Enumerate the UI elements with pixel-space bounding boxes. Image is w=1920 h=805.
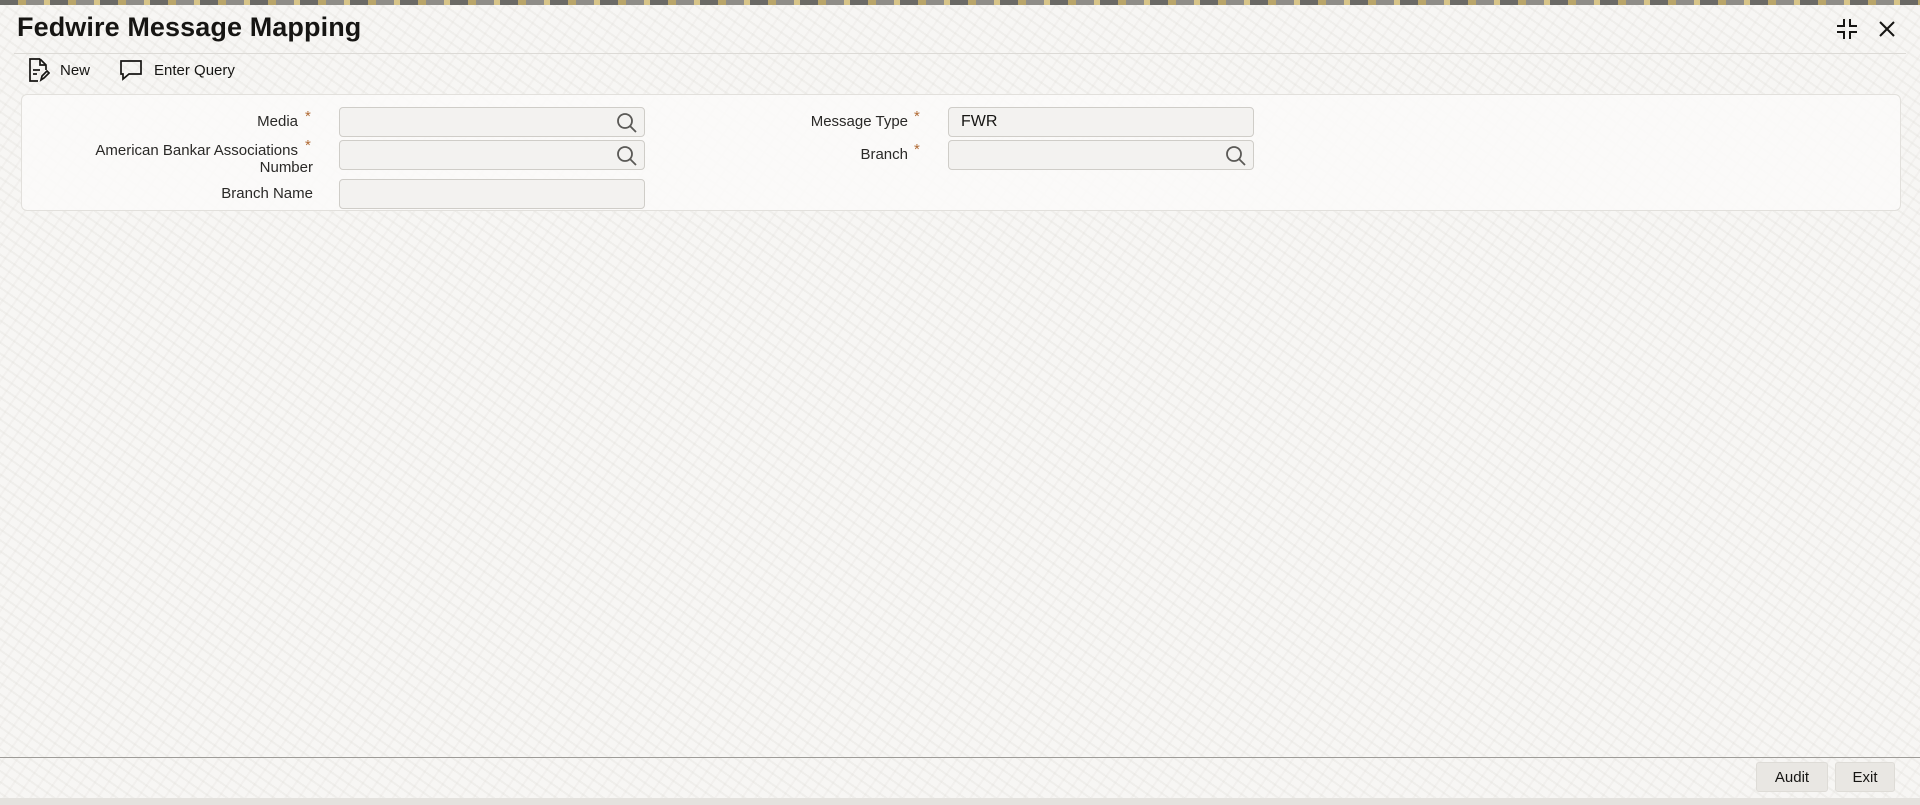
new-label: New <box>60 61 91 79</box>
aba-number-field[interactable] <box>339 140 645 170</box>
enter-query-button[interactable]: Enter Query <box>118 58 235 82</box>
branch-name-label: Branch Name <box>221 185 313 202</box>
window-controls <box>1834 16 1900 42</box>
audit-button[interactable]: Audit <box>1756 762 1828 792</box>
message-type-field[interactable] <box>948 107 1254 137</box>
branch-field[interactable] <box>948 140 1254 170</box>
message-type-label: Message Type <box>810 113 908 130</box>
page-title: Fedwire Message Mapping <box>17 12 362 42</box>
media-label: Media <box>257 113 298 130</box>
media-required-marker: * <box>305 108 311 125</box>
message-type-required-marker: * <box>914 108 920 125</box>
search-icon[interactable] <box>616 145 638 167</box>
aba-number-required-marker: * <box>305 137 311 154</box>
title-divider <box>14 53 1906 54</box>
media-field[interactable] <box>339 107 645 137</box>
branch-name-input[interactable] <box>340 180 644 208</box>
enter-query-label: Enter Query <box>154 61 235 79</box>
search-icon[interactable] <box>1225 145 1247 167</box>
branch-required-marker: * <box>914 141 920 158</box>
aba-number-label-line2: Number <box>259 159 313 176</box>
footer-divider <box>0 757 1920 758</box>
close-icon[interactable] <box>1874 16 1900 42</box>
branch-name-field[interactable] <box>339 179 645 209</box>
aba-number-label-line1: American Bankar Associations <box>95 142 298 159</box>
bottom-bar <box>0 798 1920 805</box>
aba-number-input[interactable] <box>340 141 644 169</box>
search-icon[interactable] <box>616 112 638 134</box>
branch-label: Branch <box>860 146 908 163</box>
new-document-icon <box>26 57 50 83</box>
exit-button[interactable]: Exit <box>1835 762 1895 792</box>
toolbar: New Enter Query <box>26 55 235 85</box>
message-type-input[interactable] <box>949 108 1253 136</box>
top-banner-strip <box>0 0 1920 5</box>
new-button[interactable]: New <box>26 57 90 83</box>
collapse-icon[interactable] <box>1834 16 1860 42</box>
branch-input[interactable] <box>949 141 1253 169</box>
media-input[interactable] <box>340 108 644 136</box>
speech-bubble-icon <box>118 58 144 82</box>
